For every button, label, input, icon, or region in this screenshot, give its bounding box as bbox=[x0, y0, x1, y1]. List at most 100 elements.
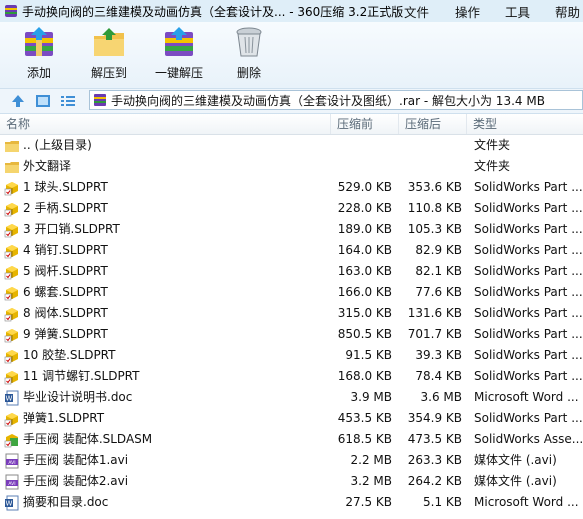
column-packed[interactable]: 压缩前 bbox=[330, 114, 398, 134]
column-name[interactable]: 名称 bbox=[0, 114, 330, 134]
file-compressed-size: 3.6 MB bbox=[420, 390, 462, 404]
file-row[interactable]: 8 阀体.SLDPRT 315.0 KB 131.6 KB SolidWorks Pa… bbox=[0, 303, 583, 324]
svg-text:W: W bbox=[6, 394, 13, 402]
file-type: SolidWorks Part ... bbox=[474, 411, 583, 425]
file-compressed-size bbox=[400, 135, 462, 156]
list-view-icon[interactable] bbox=[60, 93, 76, 109]
file-row[interactable]: W 毕业设计说明书.doc 3.9 MB 3.6 MB Microsoft Word .… bbox=[0, 387, 583, 408]
file-compressed-size: 82.1 KB bbox=[415, 264, 462, 278]
file-name: 10 胶垫.SLDPRT bbox=[23, 348, 116, 362]
file-name: 手压阀 装配体2.avi bbox=[23, 474, 129, 488]
file-type: SolidWorks Part ... bbox=[474, 306, 583, 320]
file-name-cell: W 毕业设计说明书.doc bbox=[4, 387, 330, 408]
file-row[interactable]: 手压阀 装配体.SLDASM 618.5 KB 473.5 KB SolidWorks… bbox=[0, 429, 583, 450]
thumbnail-view-icon[interactable] bbox=[35, 93, 51, 109]
file-packed-size: 453.5 KB bbox=[337, 411, 392, 425]
file-compressed-size: 39.3 KB bbox=[415, 348, 462, 362]
file-row[interactable]: 3 开口销.SLDPRT 189.0 KB 105.3 KB SolidWorks P… bbox=[0, 219, 583, 240]
extract-to-button[interactable]: 解压到 bbox=[74, 26, 144, 86]
file-name: .. (上级目录) bbox=[23, 138, 92, 152]
file-packed-size bbox=[330, 135, 392, 156]
file-name-cell: .. (上级目录) bbox=[4, 135, 330, 156]
file-row[interactable]: 2 手柄.SLDPRT 228.0 KB 110.8 KB SolidWorks Pa… bbox=[0, 198, 583, 219]
file-row[interactable]: 9 弹簧.SLDPRT 850.5 KB 701.7 KB SolidWorks Pa… bbox=[0, 324, 583, 345]
avi-video-icon: AVI bbox=[4, 453, 20, 469]
file-name: 1 球头.SLDPRT bbox=[23, 180, 108, 194]
rar-file-icon bbox=[94, 94, 106, 106]
column-size[interactable]: 压缩后 bbox=[398, 114, 466, 134]
menu-help[interactable]: 帮助 bbox=[555, 0, 580, 22]
file-compressed-size: 264.2 KB bbox=[407, 474, 462, 488]
file-row[interactable]: 10 胶垫.SLDPRT 91.5 KB 39.3 KB SolidWorks Par… bbox=[0, 345, 583, 366]
one-click-extract-button[interactable]: 一键解压 bbox=[144, 26, 214, 86]
column-type[interactable]: 类型 bbox=[466, 114, 583, 134]
delete-label: 删除 bbox=[236, 66, 261, 80]
file-type: SolidWorks Part ... bbox=[474, 327, 583, 341]
extract-to-label: 解压到 bbox=[90, 66, 127, 80]
solidworks-part-icon bbox=[4, 285, 20, 301]
file-name: 2 手柄.SLDPRT bbox=[23, 201, 108, 215]
title-bar: 手动换向阀的三维建模及动画仿真（全套设计及... - 360压缩 3.2正式版 … bbox=[0, 0, 583, 23]
file-name-cell: 9 弹簧.SLDPRT bbox=[4, 324, 330, 345]
svg-text:W: W bbox=[6, 499, 13, 507]
solidworks-part-icon bbox=[4, 243, 20, 259]
file-row[interactable]: 外文翻译 文件夹 bbox=[0, 156, 583, 177]
address-field[interactable]: 手动换向阀的三维建模及动画仿真（全套设计及图纸）.rar - 解包大小为 13.… bbox=[89, 90, 583, 110]
file-name-cell: 6 螺套.SLDPRT bbox=[4, 282, 330, 303]
file-row[interactable]: .. (上级目录) 文件夹 bbox=[0, 135, 583, 156]
file-packed-size: 3.2 MB bbox=[350, 474, 392, 488]
solidworks-part-icon bbox=[4, 180, 20, 196]
file-compressed-size: 110.8 KB bbox=[407, 201, 462, 215]
menu-operate[interactable]: 操作 bbox=[455, 0, 480, 22]
file-name-cell: 弹簧1.SLDPRT bbox=[4, 408, 330, 429]
file-row[interactable]: 5 阀杆.SLDPRT 163.0 KB 82.1 KB SolidWorks Par… bbox=[0, 261, 583, 282]
file-name-cell: 5 阀杆.SLDPRT bbox=[4, 261, 330, 282]
file-type: Microsoft Word ... bbox=[474, 390, 579, 404]
file-compressed-size: 263.3 KB bbox=[407, 453, 462, 467]
file-row[interactable]: W 摘要和目录.doc 27.5 KB 5.1 KB Microsoft Word ..… bbox=[0, 492, 583, 513]
file-type: SolidWorks Part ... bbox=[474, 285, 583, 299]
file-row[interactable]: 4 销钉.SLDPRT 164.0 KB 82.9 KB SolidWorks Par… bbox=[0, 240, 583, 261]
file-type: 媒体文件 (.avi) bbox=[474, 453, 557, 467]
add-button[interactable]: 添加 bbox=[4, 26, 74, 86]
file-list: .. (上级目录) 文件夹 外文翻译 文件夹 1 球头.SLDPRT 529.0 KB 35… bbox=[0, 135, 583, 519]
file-compressed-size: 353.6 KB bbox=[407, 180, 462, 194]
file-packed-size: 3.9 MB bbox=[350, 390, 392, 404]
add-archive-icon bbox=[25, 27, 53, 56]
file-packed-size: 27.5 KB bbox=[345, 495, 392, 509]
file-name-cell: 手压阀 装配体.SLDASM bbox=[4, 429, 330, 450]
file-name: 5 阀杆.SLDPRT bbox=[23, 264, 108, 278]
svg-text:AVI: AVI bbox=[8, 481, 15, 487]
file-name: 9 弹簧.SLDPRT bbox=[23, 327, 108, 341]
file-type: SolidWorks Asse... bbox=[474, 432, 583, 446]
file-type: SolidWorks Part ... bbox=[474, 348, 583, 362]
file-name-cell: 4 销钉.SLDPRT bbox=[4, 240, 330, 261]
up-arrow-icon[interactable] bbox=[10, 93, 26, 109]
solidworks-part-icon bbox=[4, 348, 20, 364]
file-compressed-size: 78.4 KB bbox=[415, 369, 462, 383]
extract-folder-icon bbox=[94, 28, 124, 56]
file-row[interactable]: AVI 手压阀 装配体2.avi 3.2 MB 264.2 KB 媒体文件 (.avi) bbox=[0, 471, 583, 492]
menu-file[interactable]: 文件 bbox=[404, 0, 429, 22]
file-name-cell: 3 开口销.SLDPRT bbox=[4, 219, 330, 240]
file-packed-size: 91.5 KB bbox=[345, 348, 392, 362]
file-compressed-size: 354.9 KB bbox=[407, 411, 462, 425]
file-name-cell: 8 阀体.SLDPRT bbox=[4, 303, 330, 324]
menu-tools[interactable]: 工具 bbox=[505, 0, 530, 22]
file-row[interactable]: 6 螺套.SLDPRT 166.0 KB 77.6 KB SolidWorks Par… bbox=[0, 282, 583, 303]
folder-up-icon bbox=[4, 138, 20, 154]
solidworks-part-icon bbox=[4, 369, 20, 385]
solidworks-assembly-icon bbox=[4, 432, 20, 448]
file-row[interactable]: 1 球头.SLDPRT 529.0 KB 353.6 KB SolidWorks Pa… bbox=[0, 177, 583, 198]
one-click-extract-icon bbox=[165, 27, 193, 56]
file-packed-size: 850.5 KB bbox=[337, 327, 392, 341]
file-type: SolidWorks Part ... bbox=[474, 222, 583, 236]
file-type: SolidWorks Part ... bbox=[474, 180, 583, 194]
address-text: 手动换向阀的三维建模及动画仿真（全套设计及图纸）.rar - 解包大小为 13.… bbox=[111, 93, 545, 108]
file-row[interactable]: 弹簧1.SLDPRT 453.5 KB 354.9 KB SolidWorks Par… bbox=[0, 408, 583, 429]
delete-button[interactable]: 删除 bbox=[214, 26, 284, 86]
file-name-cell: 10 胶垫.SLDPRT bbox=[4, 345, 330, 366]
file-name: 毕业设计说明书.doc bbox=[23, 390, 133, 404]
file-row[interactable]: 11 调节螺钉.SLDPRT 168.0 KB 78.4 KB SolidWorks … bbox=[0, 366, 583, 387]
file-row[interactable]: AVI 手压阀 装配体1.avi 2.2 MB 263.3 KB 媒体文件 (.avi) bbox=[0, 450, 583, 471]
